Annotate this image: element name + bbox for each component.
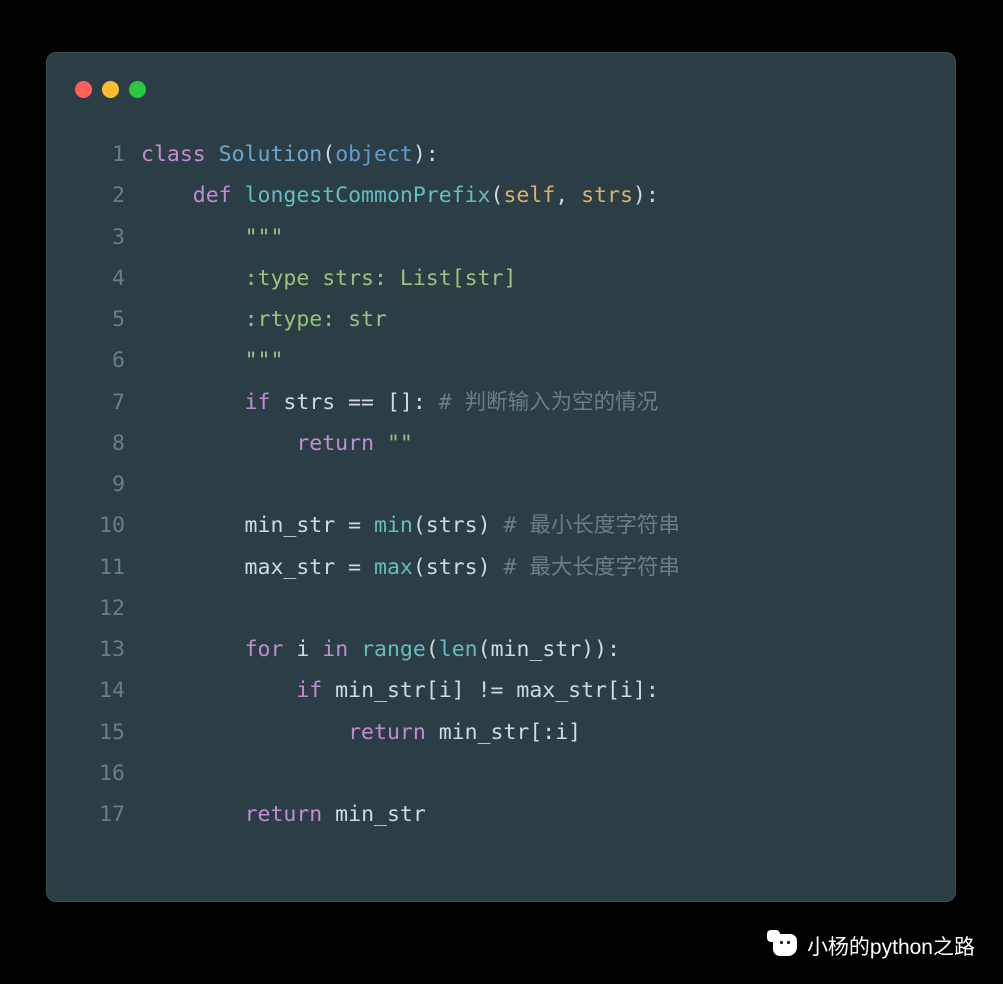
token-pun — [141, 307, 245, 332]
line-number: 5 — [77, 299, 125, 340]
code-line: 12 — [77, 588, 925, 629]
token-pun: (strs) — [413, 513, 504, 538]
token-pun: ( — [322, 142, 335, 167]
token-pun: ( — [426, 637, 439, 662]
token-pun — [141, 720, 348, 745]
token-par: strs — [581, 183, 633, 208]
token-fn: min — [374, 513, 413, 538]
code-line: 16 — [77, 753, 925, 794]
watermark: 小杨的python之路 — [767, 930, 975, 962]
code-window: 1class Solution(object):2 def longestCom… — [46, 52, 956, 902]
code-line: 4 :type strs: List[str] — [77, 258, 925, 299]
line-number: 1 — [77, 134, 125, 175]
line-number: 2 — [77, 175, 125, 216]
token-str: """ — [245, 225, 284, 250]
token-str: "" — [387, 431, 413, 456]
token-pun: ): — [633, 183, 659, 208]
token-kw: return — [245, 802, 323, 827]
code-line: 2 def longestCommonPrefix(self, strs): — [77, 175, 925, 216]
token-pun: min_str[:i] — [426, 720, 581, 745]
code-line: 1 class Solution(object): — [77, 134, 925, 175]
code-line: 3 """ — [77, 217, 925, 258]
code-line: 8 return "" — [77, 423, 925, 464]
token-cmt: # 判断输入为空的情况 — [439, 390, 658, 415]
line-number: 15 — [77, 712, 125, 753]
token-str: """ — [245, 348, 284, 373]
close-button[interactable] — [75, 81, 92, 98]
token-pun: min_str[i] != max_str[i]: — [322, 678, 659, 703]
window-controls — [47, 81, 955, 98]
token-cmt: # 最大长度字符串 — [503, 555, 679, 580]
line-number: 3 — [77, 217, 125, 258]
token-pun: min_str — [322, 802, 426, 827]
code-line: 7 if strs == []: # 判断输入为空的情况 — [77, 382, 925, 423]
token-pun — [141, 348, 245, 373]
token-kw: for — [245, 637, 284, 662]
token-fn: len — [439, 637, 478, 662]
token-pun: ): — [413, 142, 439, 167]
line-number: 10 — [77, 505, 125, 546]
token-pun — [141, 183, 193, 208]
line-number: 17 — [77, 794, 125, 835]
token-fn: range — [361, 637, 426, 662]
token-pun — [141, 637, 245, 662]
token-pun — [141, 802, 245, 827]
code-line: 14 if min_str[i] != max_str[i]: — [77, 670, 925, 711]
line-number: 7 — [77, 382, 125, 423]
token-pun — [141, 266, 245, 291]
watermark-text: 小杨的python之路 — [807, 931, 975, 961]
line-number: 9 — [77, 464, 125, 505]
token-fn: max — [374, 555, 413, 580]
line-number: 11 — [77, 547, 125, 588]
line-number: 14 — [77, 670, 125, 711]
token-kw: if — [245, 390, 271, 415]
code-line: 15 return min_str[:i] — [77, 712, 925, 753]
token-pun — [141, 225, 245, 250]
token-kw: def — [193, 183, 245, 208]
token-pun — [141, 678, 296, 703]
token-pun: (min_str)): — [478, 637, 620, 662]
line-number: 12 — [77, 588, 125, 629]
token-pun: ( — [491, 183, 504, 208]
token-pun — [348, 637, 361, 662]
code-block: 1class Solution(object):2 def longestCom… — [47, 134, 955, 866]
token-cls: Solution — [219, 142, 323, 167]
token-cmt: # 最小长度字符串 — [503, 513, 679, 538]
token-kw: return — [348, 720, 426, 745]
code-line: 9 — [77, 464, 925, 505]
token-kw: class — [141, 142, 219, 167]
code-line: 10 min_str = min(strs) # 最小长度字符串 — [77, 505, 925, 546]
token-pun — [374, 431, 387, 456]
line-number: 16 — [77, 753, 125, 794]
token-kw: return — [296, 431, 374, 456]
token-kw: if — [296, 678, 322, 703]
token-pun: i — [283, 637, 322, 662]
token-pun: min_str = — [141, 513, 374, 538]
token-pun: , — [555, 183, 581, 208]
wechat-icon — [767, 930, 799, 962]
token-pun: max_str = — [141, 555, 374, 580]
token-par: self — [503, 183, 555, 208]
token-lit: object — [335, 142, 413, 167]
line-number: 8 — [77, 423, 125, 464]
minimize-button[interactable] — [102, 81, 119, 98]
zoom-button[interactable] — [129, 81, 146, 98]
token-pun: (strs) — [413, 555, 504, 580]
token-fn: longestCommonPrefix — [245, 183, 491, 208]
token-kw: in — [322, 637, 348, 662]
token-str: :rtype: str — [245, 307, 387, 332]
token-pun — [141, 431, 296, 456]
code-line: 5 :rtype: str — [77, 299, 925, 340]
code-line: 6 """ — [77, 340, 925, 381]
line-number: 4 — [77, 258, 125, 299]
code-line: 13 for i in range(len(min_str)): — [77, 629, 925, 670]
line-number: 6 — [77, 340, 125, 381]
token-pun — [141, 390, 245, 415]
code-line: 17 return min_str — [77, 794, 925, 835]
line-number: 13 — [77, 629, 125, 670]
code-line: 11 max_str = max(strs) # 最大长度字符串 — [77, 547, 925, 588]
token-pun: strs == []: — [270, 390, 438, 415]
token-str: :type strs: List[str] — [245, 266, 517, 291]
